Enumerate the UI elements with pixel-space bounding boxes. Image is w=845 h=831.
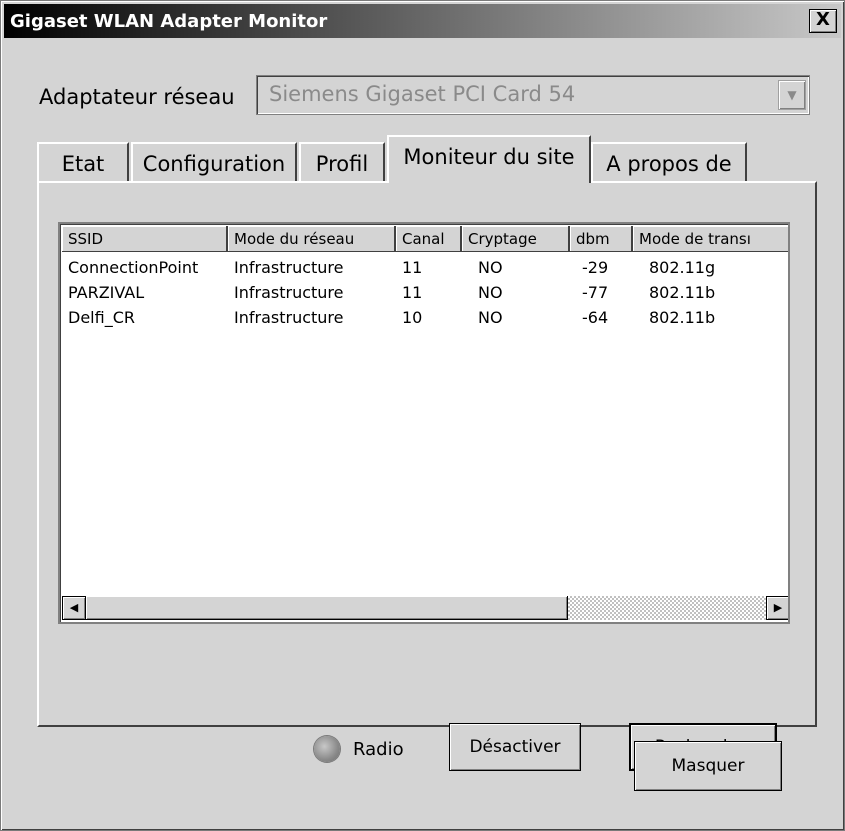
app-window: Gigaset WLAN Adapter Monitor X Adaptateu…	[0, 0, 845, 831]
cell-cryptage: NO	[478, 258, 503, 277]
cell-ssid: PARZIVAL	[68, 283, 145, 302]
cell-dbm: -77	[582, 283, 609, 302]
cell-dbm: -29	[582, 258, 609, 277]
horizontal-scrollbar[interactable]: ◀ ▶	[62, 596, 788, 620]
table-row[interactable]: PARZIVAL Infrastructure 11 NO -77 802.11…	[62, 283, 788, 307]
tab-configuration[interactable]: Configuration	[131, 142, 297, 182]
column-header-ssid[interactable]: SSID	[62, 226, 228, 252]
scroll-right-icon[interactable]: ▶	[766, 596, 788, 620]
disable-button[interactable]: Désactiver	[449, 723, 581, 771]
hide-button[interactable]: Masquer	[634, 741, 782, 791]
cell-cryptage: NO	[478, 308, 503, 327]
adapter-select[interactable]: Siemens Gigaset PCI Card 54 ▼	[256, 75, 810, 115]
title-bar[interactable]: Gigaset WLAN Adapter Monitor X	[4, 4, 841, 38]
window-title: Gigaset WLAN Adapter Monitor	[10, 11, 328, 32]
adapter-value: Siemens Gigaset PCI Card 54	[269, 82, 576, 106]
cell-mode: Infrastructure	[234, 258, 344, 277]
tab-label: Profil	[315, 152, 369, 176]
tab-label: Etat	[61, 152, 105, 176]
radio-status-indicator-icon	[314, 736, 340, 762]
table-row[interactable]: Delfi_CR Infrastructure 10 NO -64 802.11…	[62, 308, 788, 332]
column-header-canal[interactable]: Canal	[396, 226, 462, 252]
tab-profil[interactable]: Profil	[299, 142, 385, 182]
radio-label: Radio	[353, 739, 404, 760]
scroll-track[interactable]	[86, 596, 766, 620]
cell-canal: 11	[402, 258, 423, 277]
chevron-down-icon[interactable]: ▼	[778, 80, 806, 110]
close-button[interactable]: X	[809, 9, 837, 33]
cell-ssid: Delfi_CR	[68, 308, 135, 327]
cell-transmission: 802.11g	[649, 258, 716, 277]
list-header: SSID Mode du réseau Canal Cryptage dbm M…	[62, 226, 788, 252]
tab-a-propos[interactable]: A propos de	[591, 142, 747, 182]
network-list[interactable]: SSID Mode du réseau Canal Cryptage dbm M…	[58, 222, 790, 624]
cell-dbm: -64	[582, 308, 609, 327]
cell-mode: Infrastructure	[234, 308, 344, 327]
column-header-cryptage[interactable]: Cryptage	[462, 226, 570, 252]
tab-label: Moniteur du site	[403, 145, 575, 169]
cell-transmission: 802.11b	[649, 283, 716, 302]
cell-mode: Infrastructure	[234, 283, 344, 302]
table-row[interactable]: ConnectionPoint Infrastructure 11 NO -29…	[62, 258, 788, 282]
cell-cryptage: NO	[478, 283, 503, 302]
tab-label: Configuration	[142, 152, 286, 176]
scroll-thumb[interactable]	[86, 596, 568, 620]
tab-label: A propos de	[606, 152, 732, 176]
cell-transmission: 802.11b	[649, 308, 716, 327]
cell-ssid: ConnectionPoint	[68, 258, 199, 277]
cell-canal: 11	[402, 283, 423, 302]
tab-moniteur-du-site[interactable]: Moniteur du site	[387, 135, 591, 183]
tab-etat[interactable]: Etat	[37, 142, 129, 182]
adapter-label: Adaptateur réseau	[39, 85, 235, 109]
column-header-mode[interactable]: Mode du réseau	[228, 226, 396, 252]
column-header-transmission[interactable]: Mode de transı	[633, 226, 788, 252]
column-header-dbm[interactable]: dbm	[570, 226, 633, 252]
cell-canal: 10	[402, 308, 423, 327]
scroll-left-icon[interactable]: ◀	[62, 596, 86, 620]
